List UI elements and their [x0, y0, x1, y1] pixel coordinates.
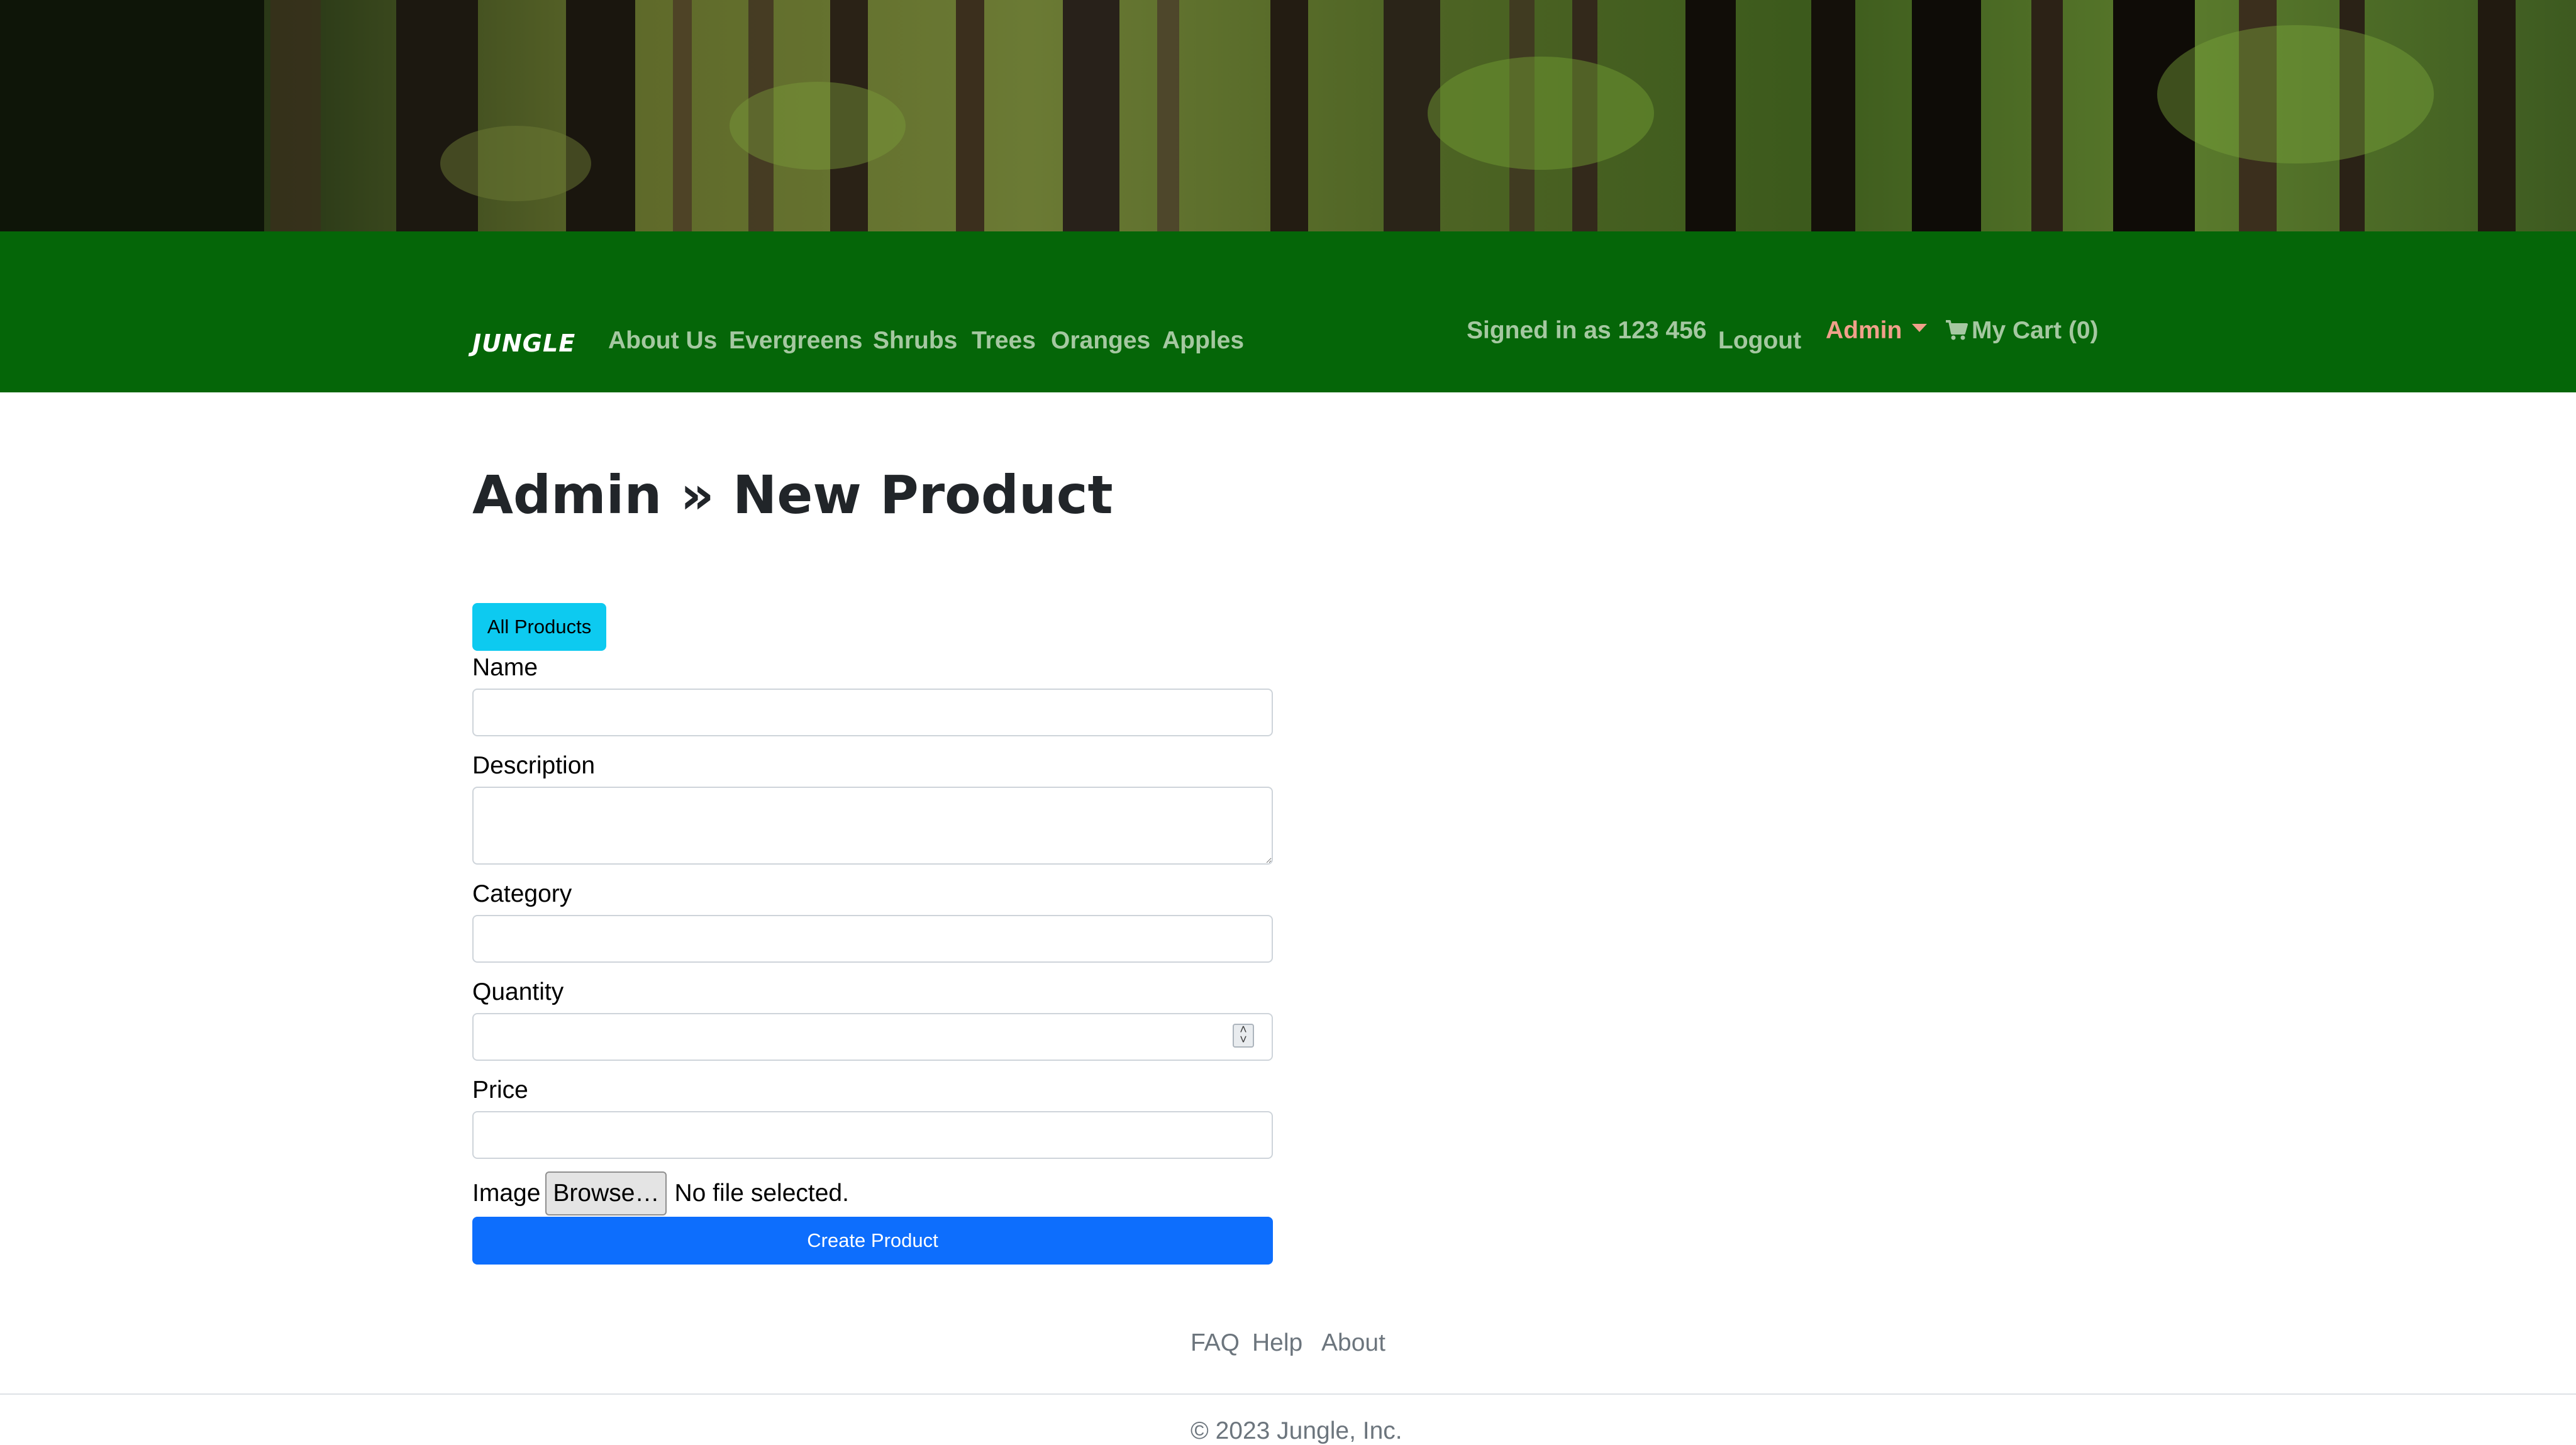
description-label: Description	[472, 752, 596, 779]
quantity-label: Quantity	[472, 978, 564, 1005]
admin-label: Admin	[1826, 317, 1902, 344]
footer-link-help[interactable]: Help	[1252, 1329, 1302, 1357]
all-products-button[interactable]: All Products	[472, 603, 606, 651]
name-field[interactable]	[472, 689, 1273, 736]
nav-link-about-us[interactable]: About Us	[608, 327, 717, 355]
image-upload-row: Image Browse… No file selected.	[472, 1171, 849, 1216]
my-cart-link[interactable]: My Cart (0)	[1945, 317, 2099, 345]
forest-banner-image	[0, 0, 2516, 231]
nav-link-shrubs[interactable]: Shrubs	[873, 327, 957, 355]
footer-link-about[interactable]: About	[1321, 1329, 1385, 1357]
nav-link-evergreens[interactable]: Evergreens	[729, 327, 862, 355]
nav-link-apples[interactable]: Apples	[1162, 327, 1244, 355]
navbar	[0, 231, 2576, 392]
signed-in-text: Signed in as 123 456	[1467, 317, 1707, 344]
forest-banner	[0, 0, 2576, 231]
image-label: Image	[472, 1180, 541, 1207]
caret-down-icon	[1912, 324, 1928, 332]
price-field[interactable]	[472, 1111, 1273, 1159]
price-label: Price	[472, 1077, 528, 1104]
copyright-text: © 2023 Jungle, Inc.	[1191, 1417, 1402, 1444]
nav-link-oranges[interactable]: Oranges	[1051, 327, 1150, 355]
spinner-icon[interactable]: ˄ ˅	[1233, 1024, 1254, 1048]
name-label: Name	[472, 654, 538, 681]
logout-link[interactable]: Logout	[1718, 327, 1801, 355]
no-file-text: No file selected.	[674, 1180, 849, 1207]
page-title: Admin » New Product	[472, 464, 1113, 526]
category-label: Category	[472, 880, 572, 907]
nav-link-trees[interactable]: Trees	[972, 327, 1036, 355]
cart-label: My Cart (0)	[1972, 317, 2099, 344]
footer-divider	[0, 1393, 2576, 1395]
create-product-button[interactable]: Create Product	[472, 1217, 1273, 1265]
browse-button[interactable]: Browse…	[545, 1171, 667, 1215]
category-field[interactable]	[472, 915, 1273, 963]
brand-logo[interactable]: JUNGLE	[472, 329, 575, 357]
description-field[interactable]	[472, 787, 1273, 865]
footer-link-faq[interactable]: FAQ	[1191, 1329, 1240, 1357]
admin-dropdown[interactable]: Admin	[1826, 317, 1928, 345]
cart-icon	[1946, 320, 1968, 340]
quantity-field[interactable]	[472, 1013, 1273, 1061]
